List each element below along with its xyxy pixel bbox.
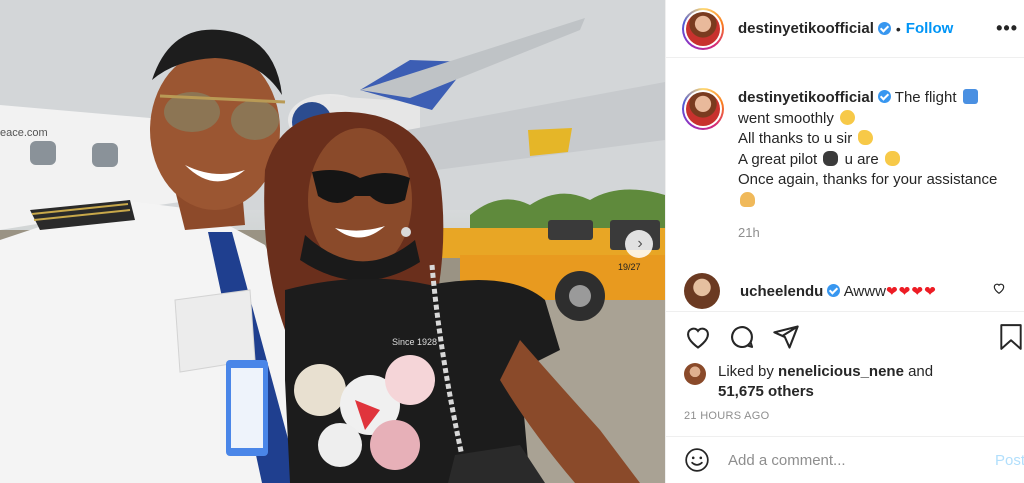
comment-text: ucheelendu Awww❤❤❤❤ — [740, 283, 937, 300]
likes-suffix: and — [903, 363, 934, 380]
post-sidebar: destinyetikoofficial • Follow ••• destin… — [665, 0, 1024, 483]
svg-text:Since 1928: Since 1928 — [392, 337, 437, 347]
author-avatar[interactable] — [682, 7, 724, 50]
caption-username[interactable]: destinyetikoofficial — [738, 89, 874, 106]
svg-text:eace.com: eace.com — [0, 127, 48, 139]
folded-hands-emoji-icon — [740, 191, 755, 207]
likes-summary: Liked by nenelicious_nene and 51,675 oth… — [684, 362, 998, 402]
caption-block: destinyetikoofficial The flight went smo… — [666, 58, 1024, 263]
more-options-icon[interactable]: ••• — [996, 18, 1018, 39]
add-comment-bar: Post — [666, 436, 1024, 483]
verified-badge-icon — [877, 22, 891, 35]
liker-avatar[interactable] — [684, 363, 706, 385]
post-photo[interactable]: eace.com Since 1928 19/27 › — [0, 0, 665, 483]
chevron-right-icon: › — [637, 235, 643, 252]
caption-line: Once again, thanks for your assistance — [738, 171, 998, 188]
fist-emoji-icon — [884, 150, 900, 166]
heart-icon[interactable] — [684, 323, 712, 351]
airplane-emoji-icon — [962, 89, 978, 104]
likes-others-count[interactable]: 51,675 others — [718, 383, 814, 400]
caption-line: went smoothly — [738, 109, 834, 127]
action-bar — [684, 323, 800, 351]
bookmark-icon[interactable] — [998, 323, 1024, 351]
author-username[interactable]: destinyetikoofficial — [738, 20, 874, 37]
follow-button[interactable]: Follow — [906, 20, 954, 37]
caption-timestamp[interactable]: 21h — [738, 223, 1008, 244]
actions-divider — [666, 311, 1024, 312]
caption-line: u are — [844, 150, 879, 168]
liker-username[interactable]: nenelicious_nene — [778, 363, 904, 380]
pilot-emoji-icon — [823, 150, 839, 166]
comment-like-heart-icon[interactable] — [992, 281, 1006, 295]
carousel-next-button[interactable]: › — [625, 230, 653, 258]
caption-line: The flight — [894, 89, 957, 106]
post-comment-button[interactable]: Post — [995, 452, 1024, 469]
verified-badge-icon — [877, 90, 891, 103]
caption-line: All thanks to u sir — [738, 130, 853, 147]
commenter-username[interactable]: ucheelendu — [740, 283, 823, 300]
caption-line: A great pilot — [738, 150, 818, 168]
red-hearts-emoji-icon: ❤❤❤❤ — [885, 282, 937, 299]
photo-illustration: eace.com Since 1928 19/27 — [0, 0, 665, 483]
comment-icon[interactable] — [728, 323, 756, 351]
flexed-biceps-emoji-icon — [858, 130, 874, 145]
caption-author-avatar[interactable] — [682, 88, 724, 130]
caption-text: destinyetikoofficial The flight went smo… — [738, 88, 1008, 262]
post-header: destinyetikoofficial • Follow ••• — [666, 0, 1024, 58]
likes-prefix: Liked by — [718, 363, 779, 380]
comment-body: Awww — [843, 282, 886, 300]
verified-badge-icon — [827, 283, 841, 297]
separator-dot: • — [895, 20, 901, 37]
ok-hand-emoji-icon — [840, 109, 856, 125]
comment-row: ucheelendu Awww❤❤❤❤ — [684, 273, 1024, 309]
svg-text:19/27: 19/27 — [618, 262, 641, 272]
post-timestamp[interactable]: 21 HOURS AGO — [684, 410, 770, 422]
comment-input[interactable] — [728, 451, 978, 469]
share-icon[interactable] — [772, 323, 800, 351]
commenter-avatar[interactable] — [684, 273, 720, 309]
emoji-icon[interactable] — [684, 447, 710, 473]
